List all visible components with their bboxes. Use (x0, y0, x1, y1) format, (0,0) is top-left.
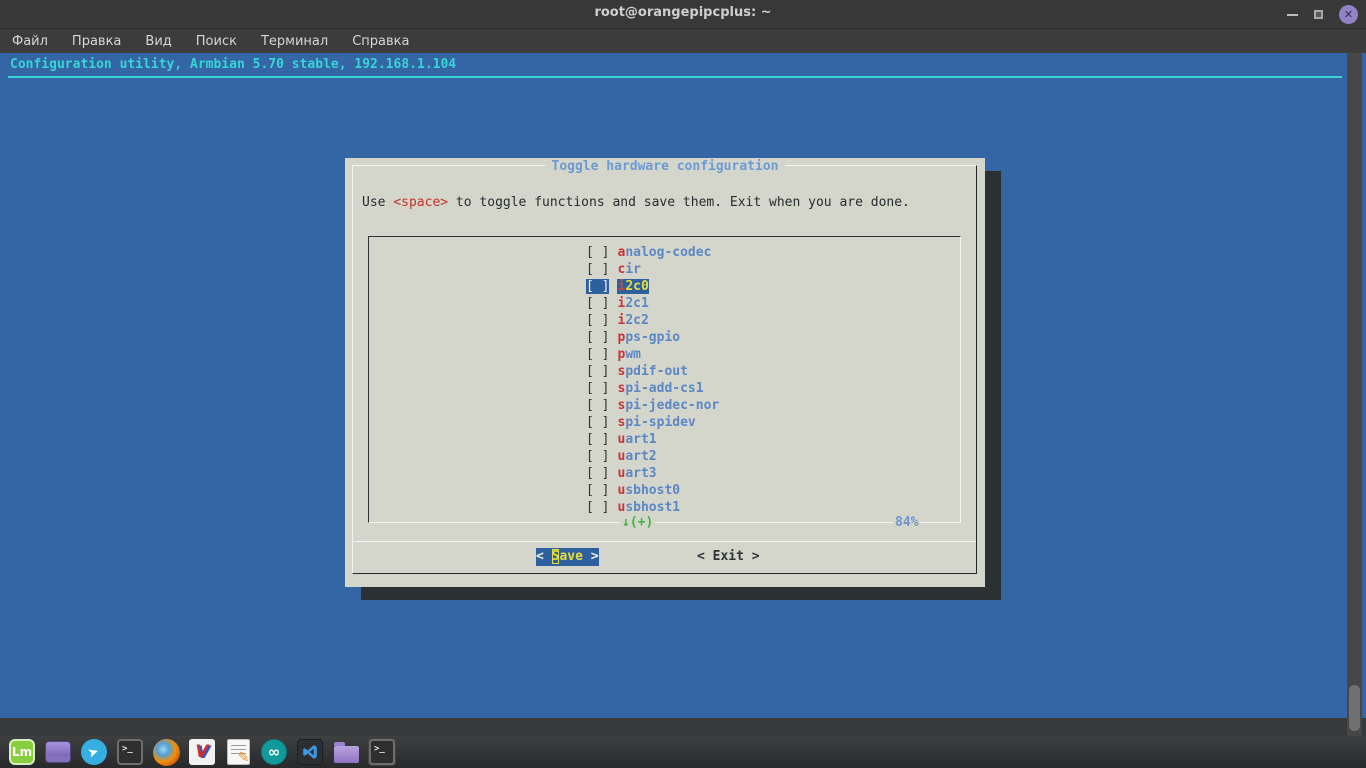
checkbox[interactable]: [ ] (586, 279, 609, 294)
checklist-item[interactable]: [ ] uart3 (586, 465, 719, 482)
item-label: analog-codec (617, 245, 711, 260)
checklist-item[interactable]: [ ] spdif-out (586, 363, 719, 380)
header-rule (8, 76, 1342, 78)
item-label: uart1 (617, 432, 656, 447)
checkbox[interactable]: [ ] (586, 381, 609, 396)
paint-app-icon[interactable]: V (188, 738, 216, 766)
checkbox[interactable]: [ ] (586, 466, 609, 481)
checklist-item[interactable]: [ ] pwm (586, 346, 719, 363)
checklist-item[interactable]: [ ] analog-codec (586, 244, 719, 261)
item-label: spi-jedec-nor (617, 398, 719, 413)
checklist-item[interactable]: [ ] i2c2 (586, 312, 719, 329)
checklist-rows: [ ] analog-codec [ ] cir [ ] i2c0 [ ] i2c1 [ ] i2… (586, 244, 719, 516)
menu-item-view[interactable]: Вид (145, 34, 171, 49)
taskbar: Lm ➤ >_ V ∞ >_ ★ i 11:52 (0, 736, 1366, 768)
checklist-item[interactable]: [ ] usbhost0 (586, 482, 719, 499)
terminal-launcher-icon[interactable]: >_ (116, 738, 144, 766)
show-desktop-icon[interactable] (44, 738, 72, 766)
checkbox[interactable]: [ ] (586, 449, 609, 464)
checkbox[interactable]: [ ] (586, 432, 609, 447)
checklist-item[interactable]: [ ] pps-gpio (586, 329, 719, 346)
minimize-icon[interactable] (1287, 14, 1298, 16)
mint-menu-icon[interactable]: Lm (8, 738, 36, 766)
menu-item-search[interactable]: Поиск (196, 34, 237, 49)
desktop: { "window": { "title": "root@orangepipcp… (0, 0, 1366, 768)
item-label: pwm (617, 347, 640, 362)
file-manager-icon[interactable] (332, 738, 360, 766)
window-bottom-padding (0, 718, 1366, 736)
item-label: spi-spidev (617, 415, 695, 430)
checkbox[interactable]: [ ] (586, 313, 609, 328)
checklist-item[interactable]: [ ] spi-add-cs1 (586, 380, 719, 397)
checkbox[interactable]: [ ] (586, 262, 609, 277)
item-label: usbhost1 (617, 500, 680, 515)
checkbox[interactable]: [ ] (586, 483, 609, 498)
checklist-item[interactable]: [ ] uart2 (586, 448, 719, 465)
text-editor-icon[interactable] (224, 738, 252, 766)
restore-icon[interactable] (1314, 10, 1323, 19)
item-label: i2c0 (617, 279, 648, 294)
checklist-item[interactable]: [ ] i2c1 (586, 295, 719, 312)
window-title: root@orangepipcplus: ~ (0, 5, 1366, 20)
telegram-icon[interactable]: ➤ (80, 738, 108, 766)
checklist-item[interactable]: [ ] cir (586, 261, 719, 278)
config-utility-header: Configuration utility, Armbian 5.70 stab… (10, 57, 456, 72)
menu-item-edit[interactable]: Правка (72, 34, 121, 49)
checklist-item[interactable]: [ ] uart1 (586, 431, 719, 448)
button-separator (353, 541, 976, 542)
checkbox[interactable]: [ ] (586, 364, 609, 379)
more-below-indicator: ↓(+) (620, 514, 655, 531)
exit-button[interactable]: < Exit > (697, 548, 760, 566)
checkbox[interactable]: [ ] (586, 398, 609, 413)
terminal-active-icon[interactable]: >_ (368, 738, 396, 766)
checklist-item[interactable]: [ ] i2c0 (586, 278, 719, 295)
checklist-item[interactable]: [ ] spi-jedec-nor (586, 397, 719, 414)
scrollbar-thumb[interactable] (1349, 685, 1360, 731)
item-label: i2c2 (617, 313, 648, 328)
checkbox[interactable]: [ ] (586, 500, 609, 515)
hardware-checklist[interactable]: [ ] analog-codec [ ] cir [ ] i2c0 [ ] i2c1 [ ] i2… (368, 236, 961, 523)
item-label: uart2 (617, 449, 656, 464)
dialog-title: Toggle hardware configuration (345, 158, 985, 175)
menu-item-help[interactable]: Справка (352, 34, 409, 49)
dialog-instruction: Use <space> to toggle functions and save… (362, 194, 910, 211)
terminal-scrollbar[interactable] (1347, 53, 1362, 736)
vscode-icon[interactable] (296, 738, 324, 766)
checklist-item[interactable]: [ ] spi-spidev (586, 414, 719, 431)
item-label: spi-add-cs1 (617, 381, 703, 396)
save-label-rest: ave (559, 549, 582, 564)
item-label: spdif-out (617, 364, 687, 379)
item-label: uart3 (617, 466, 656, 481)
menu-item-terminal[interactable]: Терминал (261, 34, 328, 49)
save-button[interactable]: < Save > (536, 548, 599, 566)
firefox-icon[interactable] (152, 738, 180, 766)
space-key-hint: <space> (393, 195, 448, 210)
scroll-percent: 84% (893, 514, 920, 531)
checkbox[interactable]: [ ] (586, 245, 609, 260)
checkbox[interactable]: [ ] (586, 330, 609, 345)
checkbox[interactable]: [ ] (586, 415, 609, 430)
menu-item-file[interactable]: Файл (12, 34, 48, 49)
item-label: cir (617, 262, 640, 277)
checkbox[interactable]: [ ] (586, 296, 609, 311)
toggle-hardware-dialog: Toggle hardware configuration Use <space… (345, 158, 985, 587)
checkbox[interactable]: [ ] (586, 347, 609, 362)
window-titlebar: root@orangepipcplus: ~ ✕ (0, 0, 1366, 29)
dialog-buttons: < Save > < Exit > (345, 548, 985, 566)
close-icon[interactable]: ✕ (1339, 5, 1358, 24)
arduino-icon[interactable]: ∞ (260, 738, 288, 766)
item-label: usbhost0 (617, 483, 680, 498)
item-label: pps-gpio (617, 330, 680, 345)
menu-bar: Файл Правка Вид Поиск Терминал Справка (0, 29, 1366, 53)
item-label: i2c1 (617, 296, 648, 311)
